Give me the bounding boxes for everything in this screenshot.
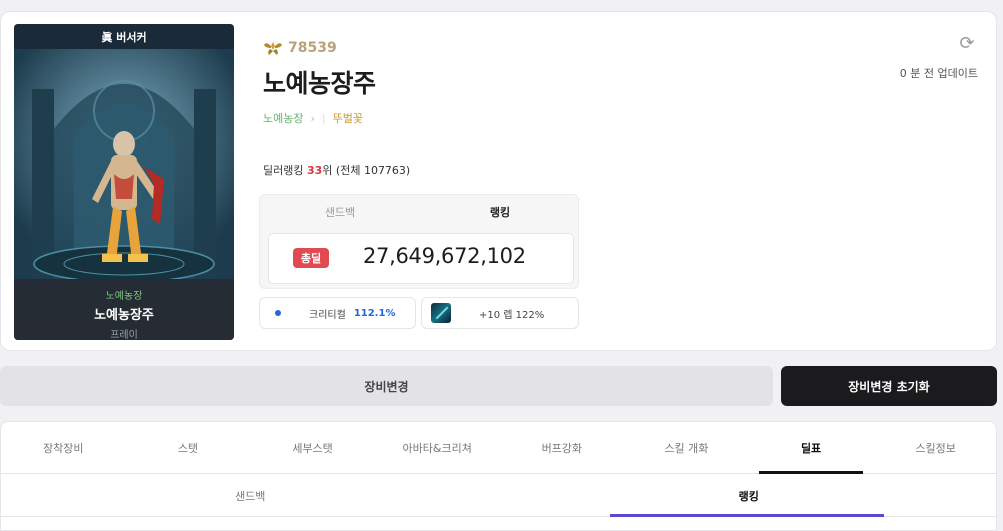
weapon-icon [431,303,451,323]
tab-avatar-creature[interactable]: 아바타&크리쳐 [375,422,500,473]
critical-dot-icon [275,310,281,316]
tab-equipped[interactable]: 장착장비 [1,422,126,473]
damage-score-box: 샌드백 랭킹 총딜 27,649,672,102 [259,194,579,289]
enhance-stat-chip: +10 렙 122% [421,297,579,329]
main-tab-bar: 장착장비 스탯 세부스탯 아바타&크리쳐 버프강화 스킬 개화 딜표 스킬정보 [1,422,998,474]
character-profile-card: 眞 버서커 노예농장 노예농장주 프레이 78539 노예농장주 노예농장 › … [0,11,997,351]
subtab-ranking[interactable]: 랭킹 [500,475,999,517]
tab-detail-stats[interactable]: 세부스탯 [250,422,375,473]
total-damage-badge: 총딜 [293,248,329,268]
character-portrait: 眞 버서커 노예농장 노예농장주 프레이 [14,24,234,340]
chevron-right-icon: › [310,111,315,125]
portrait-guild: 노예농장 [105,291,143,302]
portrait-footer: 노예농장 노예농장주 프레이 [14,280,234,340]
total-damage-value: 27,649,672,102 [363,244,526,268]
detail-tab-panel: 장착장비 스탯 세부스탯 아바타&크리쳐 버프강화 스킬 개화 딜표 스킬정보 … [0,421,998,531]
tab-stats[interactable]: 스탯 [126,422,251,473]
portrait-character-name: 노예농장주 [94,308,154,323]
fame-wings-icon [264,42,282,55]
dealer-ranking: 딜러랭킹 33위 (전체 107763) [263,164,411,177]
character-name: 노예농장주 [263,69,376,98]
portrait-server: 프레이 [110,330,138,340]
job-title-bar: 眞 버서커 [14,24,234,49]
score-tab-sandbag[interactable]: 샌드백 [260,195,420,229]
tab-skill-info[interactable]: 스킬정보 [873,422,998,473]
reset-equipment-button[interactable]: 장비변경 초기화 [781,366,997,406]
enhance-label: +10 렙 122% [479,309,545,321]
refresh-icon[interactable]: ⟳ [957,34,977,54]
critical-value: 112.1% [353,307,396,319]
score-panel: 총딜 27,649,672,102 [268,233,574,284]
critical-label: 크리티컬 [309,309,346,321]
guild-link[interactable]: 노예농장 [263,110,303,126]
tab-skill-bloom[interactable]: 스킬 개화 [624,422,749,473]
critical-stat-chip: 크리티컬 112.1% [259,297,416,329]
change-equipment-button[interactable]: 장비변경 [0,366,773,406]
subtab-sandbag[interactable]: 샌드백 [1,475,500,516]
guild-adventure-breadcrumb: 노예농장 › | 뚜벌꽃 [263,110,363,126]
tab-buff-enhance[interactable]: 버프강화 [500,422,625,473]
update-time: 0 분 전 업데이트 [899,67,978,80]
adventure-link[interactable]: 뚜벌꽃 [333,110,363,126]
divider: | [321,111,326,125]
sub-tab-bar: 샌드백 랭킹 [1,475,998,517]
fame-display: 78539 [263,39,337,57]
rank-number: 33 [306,164,323,177]
fame-value: 78539 [288,40,337,56]
character-artwork [14,49,234,279]
job-title: 眞 버서커 [101,30,147,44]
tab-damage-table[interactable]: 딜표 [749,422,874,474]
score-tab-ranking[interactable]: 랭킹 [420,195,580,229]
